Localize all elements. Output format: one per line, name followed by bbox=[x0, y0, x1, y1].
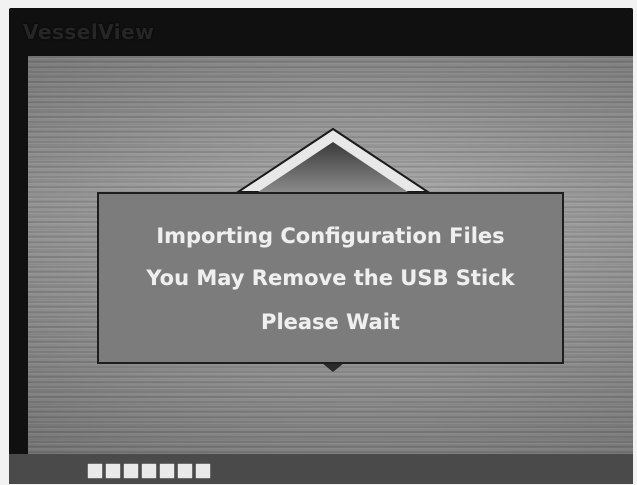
progress-segment bbox=[124, 464, 138, 478]
progress-segment bbox=[160, 464, 174, 478]
photo-background: VesselView Importing Configuration Files… bbox=[0, 0, 637, 485]
progress-segment bbox=[196, 464, 210, 478]
progress-segment bbox=[142, 464, 156, 478]
progress-indicator bbox=[88, 464, 210, 478]
progress-segment bbox=[106, 464, 120, 478]
dialog-message-remove-usb: You May Remove the USB Stick bbox=[146, 266, 515, 290]
import-dialog: Importing Configuration Files You May Re… bbox=[97, 192, 564, 364]
dialog-message-please-wait: Please Wait bbox=[261, 310, 400, 334]
down-pointer-icon bbox=[322, 363, 344, 372]
progress-segment bbox=[88, 464, 102, 478]
dialog-message-importing: Importing Configuration Files bbox=[156, 224, 505, 248]
progress-segment bbox=[178, 464, 192, 478]
